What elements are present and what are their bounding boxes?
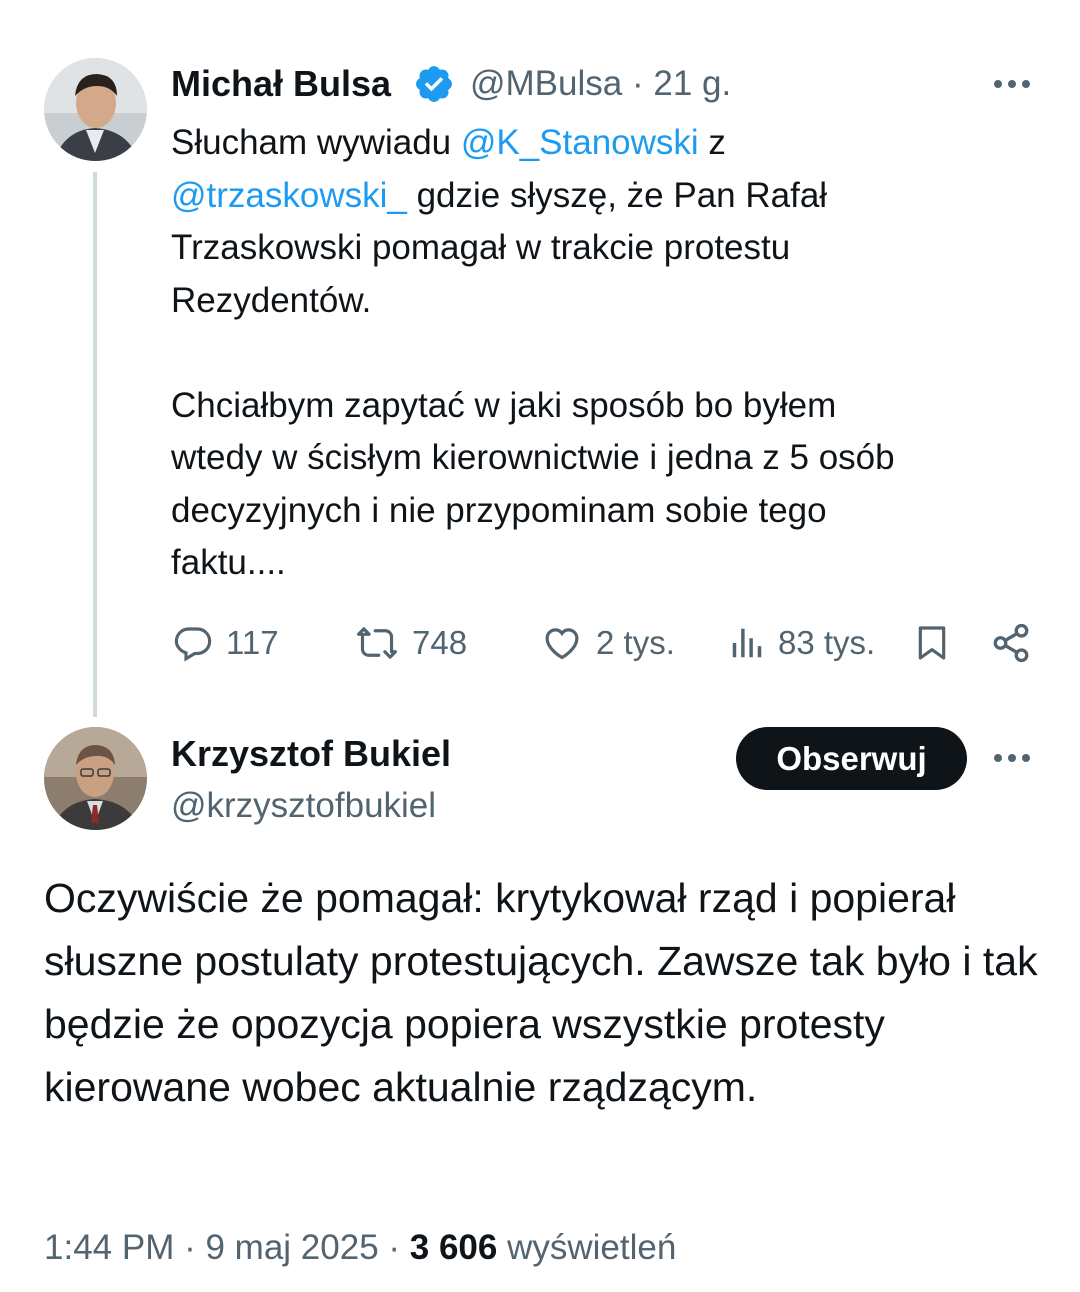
separator: · (631, 64, 644, 103)
reply-icon (174, 627, 212, 662)
avatar-krzysztof-bukiel[interactable] (44, 727, 147, 830)
repost-button[interactable]: 748 (354, 618, 467, 668)
tweet-text-segment: Słucham wywiadu (171, 123, 461, 162)
avatar-michal-bulsa[interactable] (44, 58, 147, 161)
author-handle[interactable]: @krzysztofbukiel (171, 786, 436, 826)
like-count: 2 tys. (596, 624, 675, 661)
tweet-date[interactable]: 9 maj 2025 (205, 1228, 378, 1267)
separator: · (184, 1228, 196, 1267)
share-icon (993, 623, 1029, 663)
views-button[interactable]: 83 tys. (728, 618, 875, 668)
tweet-time[interactable]: 1:44 PM (44, 1228, 174, 1267)
tweet-meta: 1:44 PM · 9 maj 2025 · 3 606 wyświetleń (44, 1228, 676, 1268)
bookmark-button[interactable] (912, 618, 952, 668)
tweet-text-segment: gdzie słyszę, że Pan Rafał Trzaskowski p… (171, 175, 895, 583)
like-button[interactable]: 2 tys. (540, 618, 675, 668)
reply-count: 117 (226, 624, 279, 661)
mention-link[interactable]: @trzaskowski_ (171, 176, 407, 215)
verified-icon (413, 63, 455, 105)
mention-link[interactable]: @K_Stanowski (461, 123, 699, 162)
views-count: 83 tys. (778, 624, 876, 661)
reply-button[interactable]: 117 (172, 618, 279, 668)
tweet-time[interactable]: 21 g. (653, 64, 731, 103)
tweet-text: Słucham wywiadu @K_Stanowski z @trzaskow… (171, 117, 1031, 590)
repost-count: 748 (412, 624, 468, 661)
thread-line (93, 172, 97, 717)
more-icon[interactable] (994, 80, 1030, 88)
follow-button[interactable]: Obserwuj (736, 727, 967, 790)
more-icon[interactable] (994, 754, 1030, 762)
tweet-text-segment: z (708, 123, 726, 162)
share-button[interactable] (990, 618, 1032, 668)
author-handle[interactable]: @MBulsa · 21 g. (470, 64, 731, 104)
views-count: 3 606 (409, 1228, 498, 1267)
author-name[interactable]: Michał Bulsa (171, 63, 391, 105)
tweet-text: Oczywiście że pomagał: krytykował rząd i… (44, 875, 1038, 1110)
separator: · (388, 1228, 401, 1267)
views-icon (732, 628, 762, 658)
handle-text[interactable]: @MBulsa (470, 64, 622, 103)
author-name[interactable]: Krzysztof Bukiel (171, 733, 451, 775)
repost-icon (357, 627, 397, 659)
bookmark-icon (918, 626, 946, 660)
views-label: wyświetleń (507, 1228, 677, 1267)
like-icon (545, 628, 579, 660)
